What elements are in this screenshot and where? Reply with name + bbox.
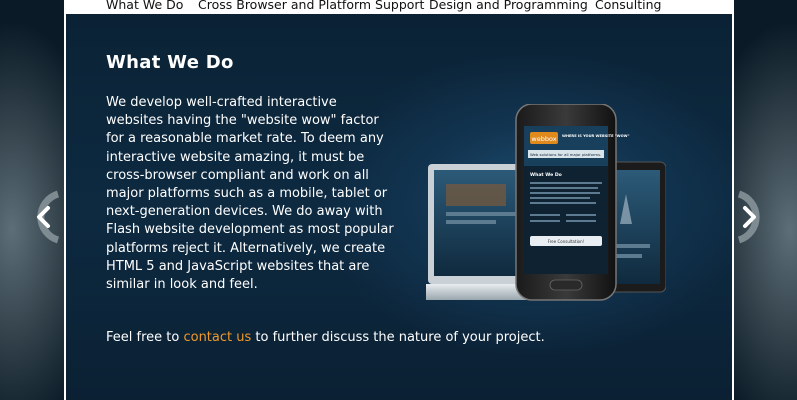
- contact-prompt-prefix: Feel free to: [106, 330, 184, 345]
- section-title: What We Do: [106, 52, 234, 73]
- slider-next-button[interactable]: [737, 190, 773, 244]
- phone-section-text: What We Do: [530, 172, 562, 178]
- phone-tagline-text: WHERE IS YOUR WEBSITE "WOW": [562, 134, 630, 138]
- contact-prompt: Feel free to contact us to further discu…: [106, 330, 545, 345]
- slider-prev-button[interactable]: [24, 190, 60, 244]
- chevron-left-icon: [37, 190, 60, 244]
- phone-graphic: webbox WHERE IS YOUR WEBSITE "WOW" Web s…: [515, 104, 630, 301]
- phone-subtitle-text: Web solutions for all major platforms.: [530, 152, 601, 157]
- nav-item-design-programming[interactable]: Design and Programming: [429, 0, 588, 12]
- content-panel: What We Do We develop well-crafted inter…: [64, 14, 734, 400]
- nav-item-cross-browser-support[interactable]: Cross Browser and Platform Support: [198, 0, 424, 12]
- nav-item-what-we-do[interactable]: What We Do: [106, 0, 183, 12]
- devices-illustration: webbox WHERE IS YOUR WEBSITE "WOW" Web s…: [426, 104, 666, 301]
- phone-logo-text: webbox: [531, 135, 556, 143]
- contact-us-link[interactable]: contact us: [183, 330, 251, 345]
- phone-button-text: Free Consultation!: [548, 239, 585, 244]
- nav-item-consulting[interactable]: Consulting: [595, 0, 661, 12]
- contact-prompt-suffix: to further discuss the nature of your pr…: [251, 330, 545, 345]
- chevron-right-icon: [737, 190, 760, 244]
- section-description: We develop well-crafted interactive webs…: [106, 95, 394, 293]
- top-nav: What We Do Cross Browser and Platform Su…: [64, 0, 734, 14]
